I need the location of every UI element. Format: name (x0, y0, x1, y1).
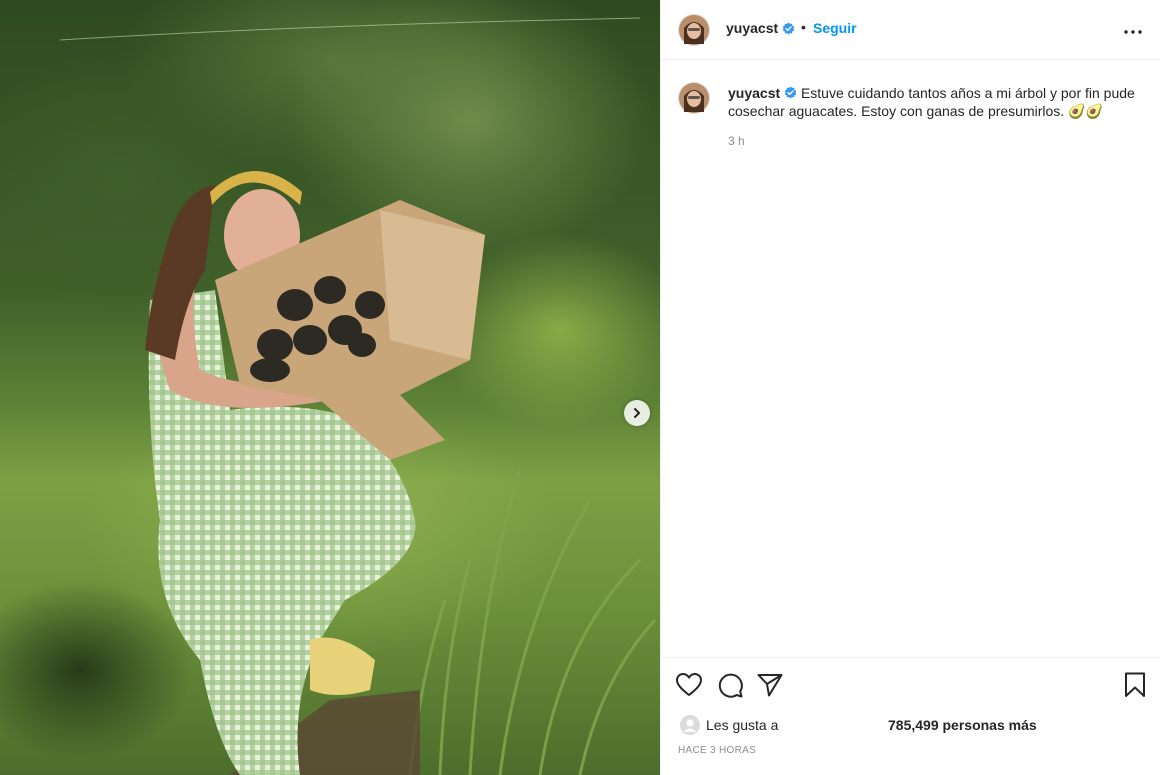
comment-icon (718, 673, 743, 698)
more-options-button[interactable] (1119, 18, 1147, 42)
caption-time[interactable]: 3 h (728, 134, 745, 148)
like-button[interactable] (675, 671, 703, 699)
post-photo[interactable] (0, 0, 660, 775)
action-bar: Les gusta a 785,499 personas más HACE 3 … (661, 657, 1160, 775)
post-details-panel: yuyacst • Seguir yuyacst Estuve cuidando… (660, 0, 1160, 775)
photo-illustration (59, 17, 657, 775)
header-separator: • (801, 19, 806, 35)
comment-button[interactable] (716, 671, 744, 699)
avatar[interactable] (680, 715, 700, 735)
caption-username[interactable]: yuyacst (728, 85, 780, 101)
verified-badge-icon (784, 86, 797, 99)
post-timestamp[interactable]: HACE 3 HORAS (678, 745, 756, 756)
avatar[interactable] (678, 82, 710, 114)
header-username[interactable]: yuyacst (726, 20, 778, 36)
chevron-right-icon (634, 408, 640, 418)
bookmark-icon (1125, 672, 1145, 697)
heart-icon (676, 673, 702, 696)
post-header: yuyacst • Seguir (661, 0, 1160, 60)
avatar[interactable] (678, 14, 710, 46)
caption-text-block: yuyacst Estuve cuidando tantos años a mi… (728, 84, 1153, 120)
save-button[interactable] (1121, 671, 1149, 699)
paper-plane-icon (757, 674, 783, 697)
next-photo-button[interactable] (624, 400, 650, 426)
share-button[interactable] (756, 671, 784, 699)
likes-count-link[interactable]: 785,499 personas más (888, 717, 1037, 733)
likes-prefix: Les gusta a (706, 717, 779, 733)
follow-button[interactable]: Seguir (813, 20, 857, 36)
verified-badge-icon (782, 22, 795, 35)
more-horizontal-icon (1124, 29, 1142, 34)
